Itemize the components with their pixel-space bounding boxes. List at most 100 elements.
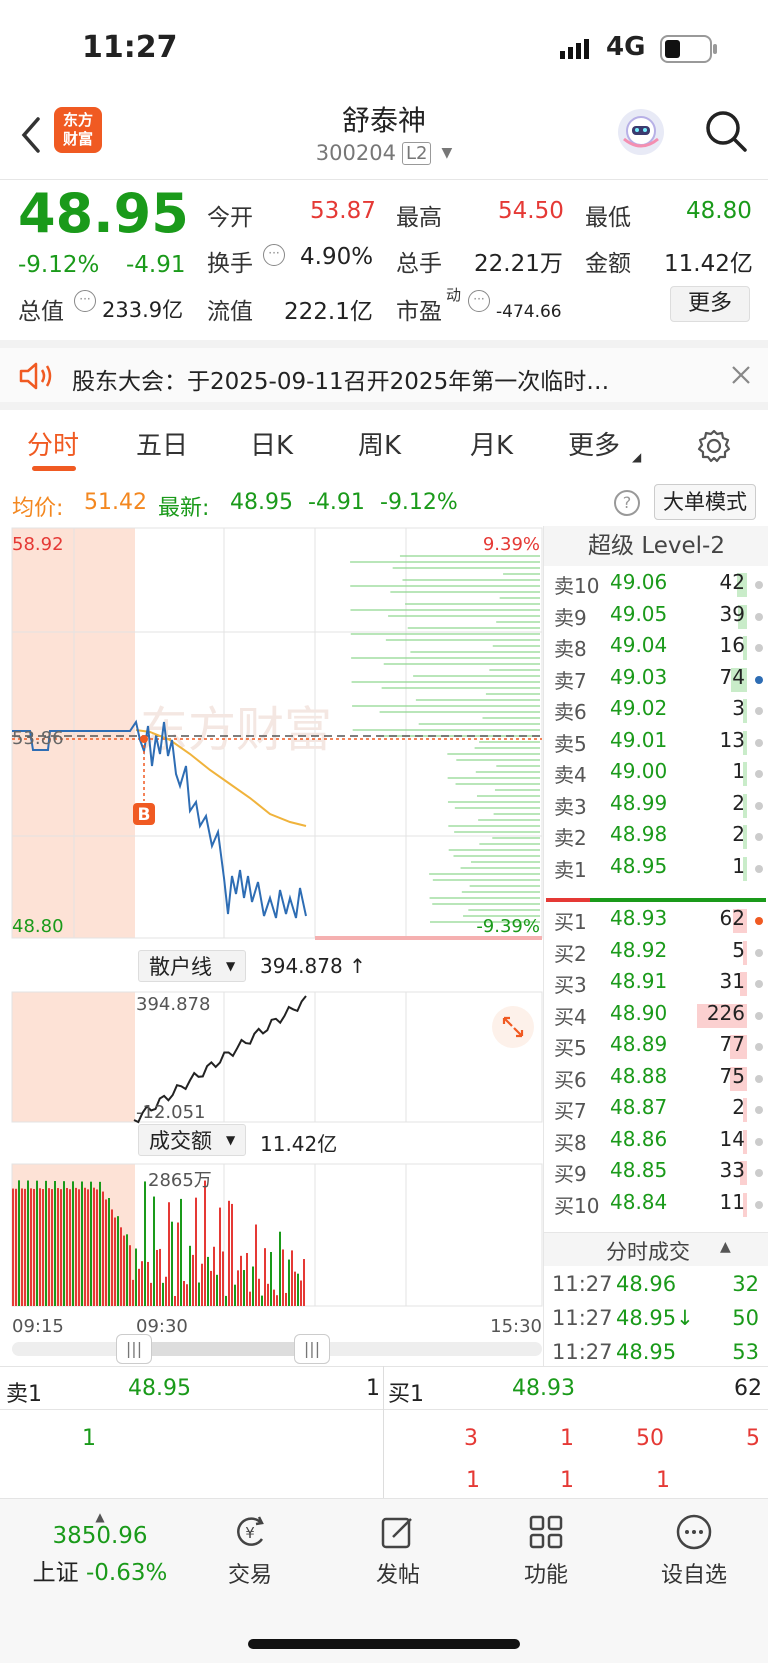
level-name: 买8: [554, 1130, 587, 1155]
bid-level[interactable]: 买9 48.85 33: [544, 1158, 768, 1189]
search-icon[interactable]: [704, 109, 748, 153]
volume-bar: [144, 1181, 146, 1306]
level-dot-icon: [755, 1011, 763, 1020]
ask-level[interactable]: 卖10 49.06 42: [544, 570, 768, 601]
tick-time: 11:27: [552, 1272, 613, 1296]
tick-row: 11:27 48.95↓ 50: [544, 1306, 768, 1340]
info-dots-icon[interactable]: ···: [74, 290, 96, 312]
bid-level[interactable]: 买1 48.93 62: [544, 906, 768, 937]
volume-bar: [132, 1279, 134, 1306]
nav-trade[interactable]: ¥ 交易: [190, 1513, 310, 1589]
ask-level[interactable]: 卖4 49.00 1: [544, 759, 768, 790]
volume-bar: [222, 1251, 224, 1306]
volume-bar: [141, 1261, 143, 1306]
orderbook-title[interactable]: 超级 Level-2: [544, 526, 768, 566]
bid-level[interactable]: 买3 48.91 31: [544, 969, 768, 1000]
level-price: 48.89: [610, 1032, 668, 1056]
tab-monthly-k[interactable]: 月K: [470, 410, 513, 482]
help-icon[interactable]: ?: [614, 490, 640, 516]
nav-watchlist[interactable]: 设自选: [634, 1513, 754, 1589]
info-dots-icon[interactable]: ···: [263, 244, 285, 266]
ask-level[interactable]: 卖6 49.02 3: [544, 696, 768, 727]
level-dot-icon: [755, 1169, 763, 1177]
queue-sell-price: 48.95: [128, 1376, 191, 1401]
slider-handle-right[interactable]: |||: [294, 1334, 330, 1364]
more-button[interactable]: 更多: [670, 286, 750, 322]
triangle-icon: ◢: [632, 450, 642, 464]
level-qty: 62: [719, 906, 745, 930]
tab-intraday[interactable]: 分时: [27, 410, 79, 482]
bid-level[interactable]: 买2 48.92 5: [544, 938, 768, 969]
grid-icon: [529, 1515, 563, 1549]
buy-queue-item: 3: [464, 1426, 478, 1451]
bid-level[interactable]: 买5 48.89 77: [544, 1032, 768, 1063]
info-dots-icon[interactable]: ···: [468, 290, 490, 312]
open-value: 53.87: [310, 198, 376, 224]
buy-marker-label: B: [138, 805, 151, 825]
y-top-label: 58.92: [12, 534, 64, 555]
gear-icon[interactable]: [696, 428, 732, 464]
ask-level[interactable]: 卖1 48.95 1: [544, 854, 768, 885]
turnover-value: 4.90%: [300, 244, 374, 270]
level-name: 卖10: [554, 574, 600, 598]
mktcap-label: 总值: [18, 299, 64, 325]
index-ticker[interactable]: ▲ 3850.96 上证 -0.63%: [20, 1511, 180, 1587]
level-name: 卖7: [554, 668, 587, 693]
tab-weekly-k[interactable]: 周K: [358, 410, 401, 482]
ask-level[interactable]: 卖7 49.03 74: [544, 665, 768, 696]
notice-bar[interactable]: 股东大会：于2025-09-11召开2025年第一次临时…: [0, 340, 768, 410]
amount-selector[interactable]: 成交额 ▼: [138, 1124, 247, 1156]
volume-bar: [276, 1295, 278, 1306]
level-dot-icon: [755, 864, 763, 873]
bid-level[interactable]: 买7 48.87 2: [544, 1095, 768, 1126]
bid-level[interactable]: 买6 48.88 75: [544, 1064, 768, 1095]
intraday-info-line: 均价: 51.42 最新: 48.95 -4.91 -9.12% ? 大单模式: [0, 482, 768, 526]
ask-level[interactable]: 卖2 48.98 2: [544, 822, 768, 853]
level-dot-icon: [755, 644, 763, 652]
ticks-header[interactable]: 分时成交 ▲: [544, 1232, 768, 1266]
tab-more[interactable]: 更多: [568, 410, 620, 482]
slider-handle-left[interactable]: |||: [116, 1334, 152, 1364]
volume-bar: [126, 1234, 128, 1306]
bid-level[interactable]: 买10 48.84 11: [544, 1190, 768, 1221]
volume-bar: [303, 1259, 305, 1306]
tab-daily-k[interactable]: 日K: [250, 410, 293, 482]
level-price: 49.03: [610, 664, 668, 689]
tick-row: 11:27 48.96 32: [544, 1272, 768, 1306]
volume-bar: [51, 1189, 53, 1306]
ask-level[interactable]: 卖9 49.05 39: [544, 602, 768, 633]
tab-5day[interactable]: 五日: [136, 410, 188, 482]
robot-avatar-icon[interactable]: [618, 109, 664, 155]
volume-bar: [78, 1189, 80, 1306]
low-value: 48.80: [686, 198, 752, 224]
level2-badge: L2: [401, 141, 432, 165]
ask-level[interactable]: 卖3 48.99 2: [544, 791, 768, 822]
level-qty: 1: [732, 759, 745, 783]
expand-icon[interactable]: [492, 1006, 534, 1048]
ask-level[interactable]: 卖8 49.04 16: [544, 633, 768, 664]
close-icon[interactable]: [730, 364, 752, 386]
volume-bar: [225, 1295, 227, 1306]
volume-bar: [120, 1227, 122, 1306]
volume-bar: [201, 1263, 203, 1306]
bid-level[interactable]: 买4 48.90 226: [544, 1001, 768, 1032]
level-price: 48.90: [610, 1000, 668, 1025]
nav-func[interactable]: 功能: [486, 1513, 606, 1589]
caret-down-icon: ▼: [226, 959, 236, 973]
queue-buy-label: 买1: [388, 1382, 424, 1407]
intraday-chart[interactable]: 东方财富 B 58.92 53.86 48.80 9.39% -9.39% 39…: [0, 526, 545, 1366]
tick-time: 11:27: [552, 1306, 613, 1330]
volume-bar: [27, 1180, 29, 1306]
level-price: 49.02: [610, 696, 668, 720]
retail-top-label: 394.878: [136, 994, 210, 1015]
nav-post[interactable]: 发帖: [338, 1513, 458, 1589]
amount-value: 11.42亿: [260, 1132, 338, 1156]
volume-bar: [261, 1295, 263, 1306]
battery-icon: [660, 34, 720, 68]
ask-level[interactable]: 卖5 49.01 13: [544, 728, 768, 759]
volume-bar: [252, 1266, 254, 1306]
bid-level[interactable]: 买8 48.86 14: [544, 1127, 768, 1158]
level-qty: 33: [719, 1158, 745, 1182]
retail-line-selector[interactable]: 散户线 ▼: [138, 950, 247, 982]
big-order-button[interactable]: 大单模式: [654, 484, 756, 520]
